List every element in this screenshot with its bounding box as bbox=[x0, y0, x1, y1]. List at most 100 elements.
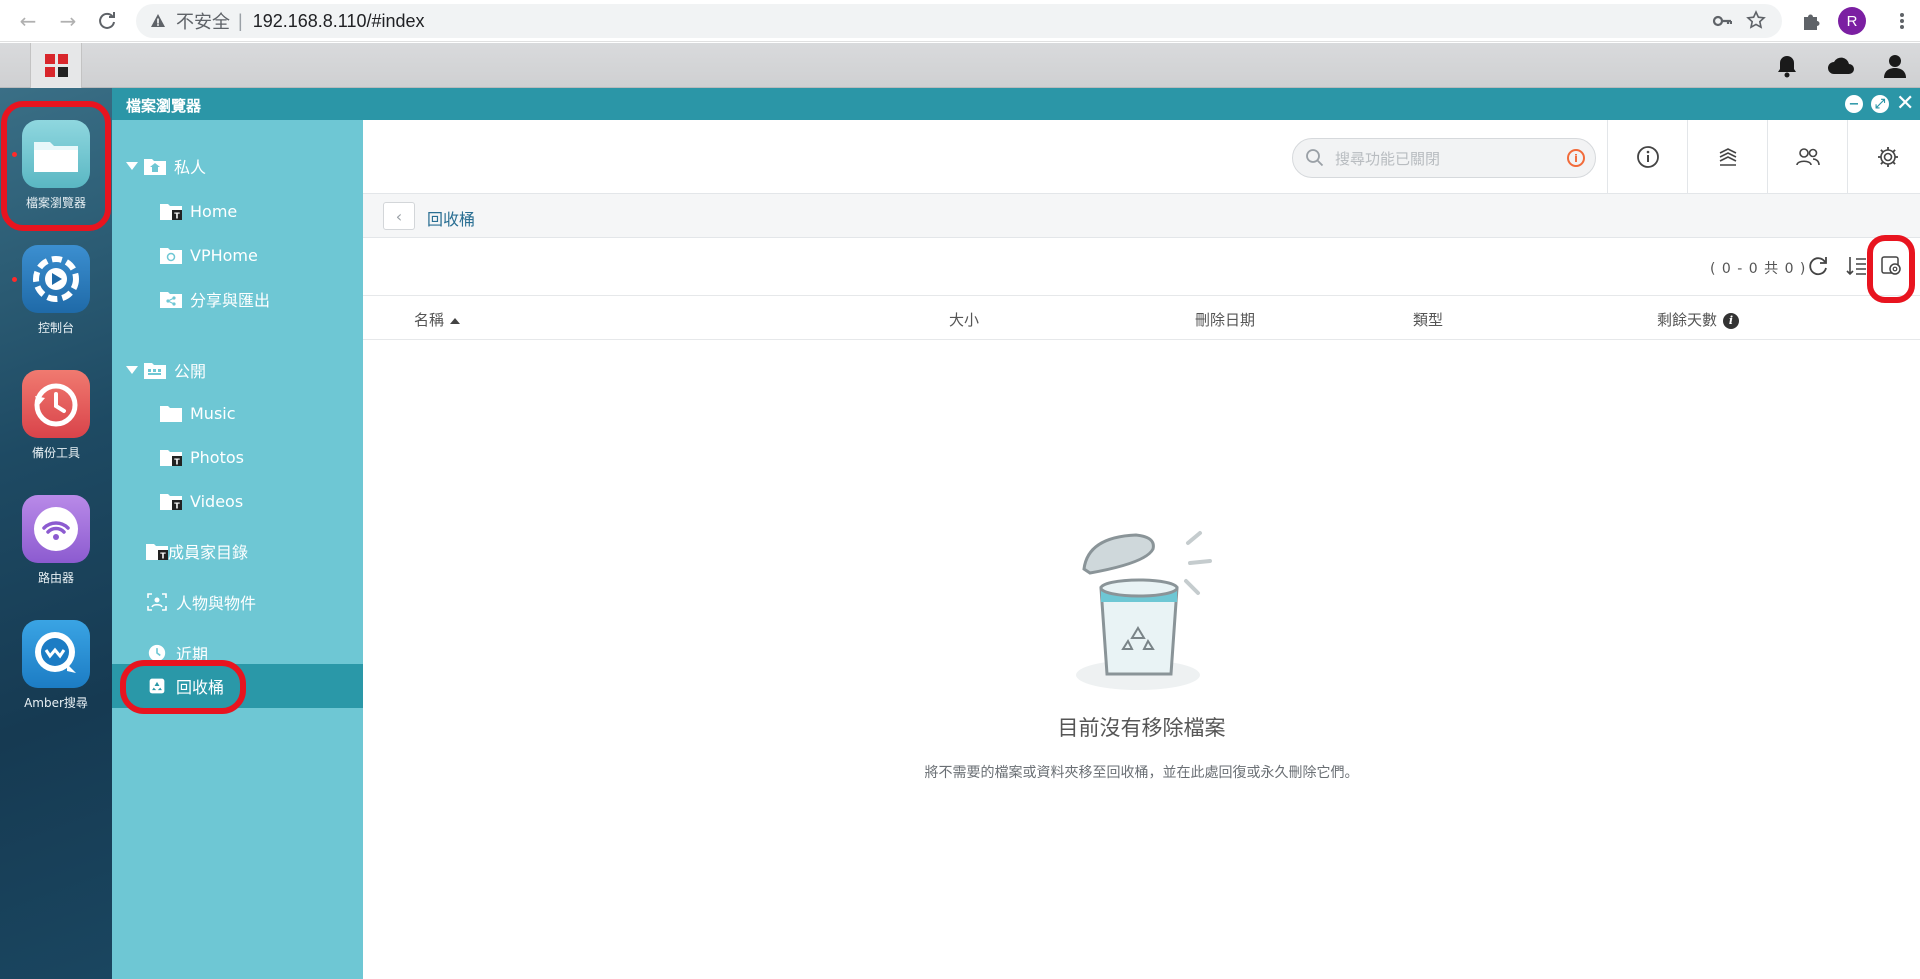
users-icon bbox=[1795, 148, 1820, 166]
browser-menu-icon[interactable] bbox=[1892, 8, 1912, 34]
sidebar-item-label: 分享與匯出 bbox=[190, 291, 271, 310]
profile-avatar[interactable]: R bbox=[1838, 7, 1866, 35]
dock-app-router[interactable]: 路由器 bbox=[0, 495, 112, 586]
svg-text:T: T bbox=[174, 212, 180, 221]
dock-app-label: 備份工具 bbox=[31, 446, 80, 460]
forward-arrow-icon[interactable]: → bbox=[54, 7, 82, 35]
start-grid-icon bbox=[44, 54, 68, 77]
sidebar-item-music[interactable]: Music bbox=[160, 393, 236, 433]
users-button[interactable] bbox=[1767, 120, 1847, 194]
folder-icon bbox=[160, 406, 182, 422]
settings-button[interactable] bbox=[1847, 120, 1920, 194]
home-folder-icon: T bbox=[160, 204, 182, 221]
folder-icon: T bbox=[160, 494, 182, 511]
sidebar-item-label: Photos bbox=[190, 447, 244, 467]
empty-state-title: 目前沒有移除檔案 bbox=[1057, 716, 1226, 740]
minimize-icon[interactable]: − bbox=[1845, 95, 1863, 113]
browser-toolbar: ← → 不安全 | 192.168.8.110/#index R bbox=[0, 0, 1920, 42]
empty-state-subtitle: 將不需要的檔案或資料夾移至回收桶，並在此處回復或永久刪除它們。 bbox=[924, 765, 1359, 781]
sidebar-item-label: 人物與物件 bbox=[176, 594, 257, 613]
nas-taskbar bbox=[0, 43, 1920, 88]
sidebar-item-label: 公開 bbox=[174, 362, 207, 381]
url-text: 192.168.8.110/#index bbox=[252, 10, 425, 31]
column-label: 名稱 bbox=[414, 311, 445, 329]
close-icon[interactable]: ✕ bbox=[1896, 91, 1914, 116]
tasks-button[interactable] bbox=[1687, 120, 1767, 194]
dock-app-label: Amber搜尋 bbox=[24, 696, 88, 710]
dock-app-backup[interactable]: 備份工具 bbox=[0, 370, 112, 461]
bell-icon[interactable] bbox=[1774, 53, 1800, 79]
back-arrow-icon[interactable]: ← bbox=[14, 7, 42, 35]
empty-trash-illustration bbox=[1076, 531, 1212, 690]
column-label: 剩餘天數 bbox=[1657, 311, 1718, 329]
item-count: ( 0 - 0 共 0 ) bbox=[1710, 261, 1807, 277]
security-label: 不安全 bbox=[176, 12, 230, 32]
sidebar-item-label: 成員家目錄 bbox=[168, 543, 249, 562]
search-icon bbox=[1306, 149, 1324, 167]
column-type[interactable]: 類型 bbox=[1413, 309, 1443, 330]
window-title: 檔案瀏覽器 bbox=[126, 97, 202, 115]
column-deleted-date[interactable]: 刪除日期 bbox=[1195, 309, 1255, 330]
stack-icon bbox=[1719, 148, 1736, 166]
breadcrumb: ‹ 回收桶 bbox=[363, 194, 1920, 238]
sidebar-item-family[interactable]: T 成員家目錄 bbox=[146, 531, 248, 571]
column-name[interactable]: 名稱 bbox=[414, 309, 461, 330]
refresh-icon[interactable] bbox=[1806, 254, 1830, 278]
highlight-annotation bbox=[1867, 235, 1915, 303]
highlight-annotation bbox=[120, 660, 246, 714]
address-bar[interactable]: 不安全 | 192.168.8.110/#index bbox=[136, 4, 1782, 38]
sidebar-item-photos[interactable]: T Photos bbox=[160, 437, 244, 477]
gear-icon bbox=[1877, 147, 1898, 167]
dock-app-control-panel[interactable]: 控制台 bbox=[0, 245, 112, 336]
warning-icon bbox=[151, 14, 165, 27]
extensions-puzzle-icon[interactable] bbox=[1800, 10, 1822, 32]
sidebar-item-vphome[interactable]: VPHome bbox=[160, 235, 258, 275]
sort-ascending-icon bbox=[450, 317, 461, 324]
caret-down-icon bbox=[126, 366, 138, 374]
sidebar-group-private[interactable]: 私人 bbox=[126, 146, 206, 186]
dock-app-amber-search[interactable]: Amber搜尋 bbox=[0, 620, 112, 711]
start-menu-button[interactable] bbox=[30, 43, 82, 88]
sidebar-item-home[interactable]: T Home bbox=[160, 191, 237, 231]
reload-icon[interactable] bbox=[93, 7, 121, 35]
sidebar-item-label: VPHome bbox=[190, 245, 258, 265]
back-button[interactable]: ‹ bbox=[383, 202, 415, 230]
column-remaining-days[interactable]: 剩餘天數 i bbox=[1657, 309, 1740, 330]
sidebar-item-videos[interactable]: T Videos bbox=[160, 481, 243, 521]
main-panel: 搜尋功能已關閉 i ‹ 回收桶 ( 0 - 0 共 0 ) 名稱 大小 刪除日期… bbox=[363, 120, 1920, 979]
running-indicator bbox=[12, 277, 17, 282]
info-icon[interactable]: i bbox=[1723, 312, 1740, 329]
cloud-icon[interactable] bbox=[1826, 53, 1856, 79]
info-button[interactable] bbox=[1607, 120, 1687, 194]
file-sidebar: 私人 T Home VPHome 分享與匯出 公開 Music T Photos… bbox=[112, 120, 363, 979]
dock-app-label: 路由器 bbox=[37, 571, 74, 585]
search-info-icon[interactable]: i bbox=[1567, 149, 1585, 167]
url-separator: | bbox=[238, 10, 243, 31]
breadcrumb-current[interactable]: 回收桶 bbox=[427, 206, 475, 230]
family-folder-icon: T bbox=[146, 544, 168, 561]
search-placeholder: 搜尋功能已關閉 bbox=[1335, 149, 1441, 168]
key-icon[interactable] bbox=[1712, 11, 1732, 31]
svg-text:T: T bbox=[174, 502, 180, 511]
maximize-icon[interactable]: ⤢ bbox=[1871, 95, 1889, 113]
window-titlebar: 檔案瀏覽器 − ⤢ ✕ bbox=[112, 88, 1920, 120]
bookmark-star-icon[interactable] bbox=[1746, 10, 1766, 30]
vault-folder-icon bbox=[160, 248, 182, 264]
public-folder-icon bbox=[144, 363, 166, 379]
highlight-annotation bbox=[1, 101, 111, 231]
list-toolbar: ( 0 - 0 共 0 ) bbox=[363, 238, 1920, 296]
share-folder-icon bbox=[160, 292, 182, 308]
column-size[interactable]: 大小 bbox=[949, 309, 979, 330]
sidebar-item-share[interactable]: 分享與匯出 bbox=[160, 279, 270, 319]
user-icon[interactable] bbox=[1882, 53, 1908, 79]
face-scan-icon bbox=[147, 593, 167, 611]
search-input[interactable]: 搜尋功能已關閉 i bbox=[1292, 138, 1596, 178]
sidebar-group-public[interactable]: 公開 bbox=[126, 350, 206, 390]
sort-list-icon[interactable] bbox=[1845, 254, 1869, 278]
svg-text:T: T bbox=[160, 552, 166, 561]
home-folder-icon bbox=[144, 159, 166, 175]
sidebar-item-people[interactable]: 人物與物件 bbox=[146, 582, 256, 622]
control-panel-icon bbox=[22, 245, 90, 313]
wifi-router-icon bbox=[22, 495, 90, 563]
sidebar-item-label: Home bbox=[190, 201, 238, 221]
